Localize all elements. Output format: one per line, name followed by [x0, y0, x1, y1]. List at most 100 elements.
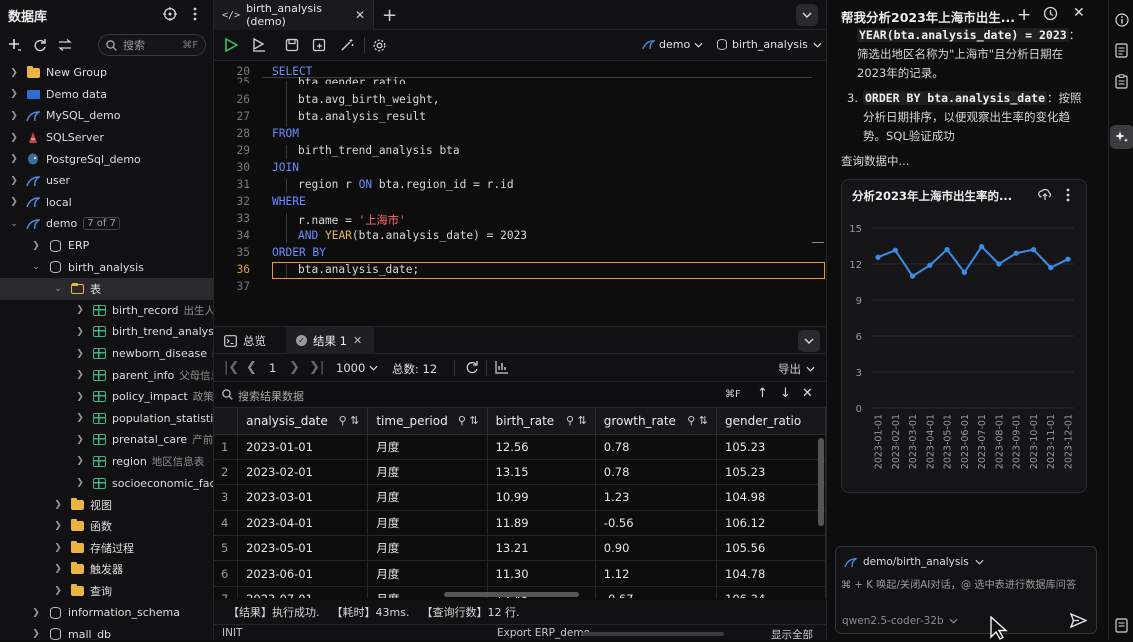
sidebar-search-input[interactable]: 搜索 ⌘F	[98, 34, 206, 56]
page-number[interactable]: 1	[269, 361, 276, 375]
tree-item-procedures[interactable]: ❯ 存储过程	[0, 537, 213, 559]
close-icon[interactable]: ✕	[802, 386, 813, 401]
tree-item-demo-data[interactable]: ❯ Demo data	[0, 84, 213, 106]
table-row[interactable]: 6 2023-06-01 月度 11.30 1.12 104.78	[214, 560, 826, 587]
schema-select[interactable]: birth_analysis	[717, 38, 822, 51]
horizontal-scrollbar[interactable]	[444, 592, 579, 597]
more-vertical-icon[interactable]	[186, 5, 204, 23]
result-collapse-button[interactable]	[798, 330, 820, 352]
swap-icon[interactable]	[56, 36, 74, 54]
last-page-icon[interactable]: ❯|	[309, 360, 324, 375]
settings-gear-icon[interactable]	[372, 38, 387, 53]
save-as-icon[interactable]	[312, 38, 326, 52]
tree-item-table[interactable]: ❯ parent_info 父母信息	[0, 364, 213, 386]
export-button[interactable]: 导出	[778, 361, 815, 377]
table-cell[interactable]: 11.89	[487, 510, 596, 537]
save-icon[interactable]	[285, 38, 299, 52]
run-icon[interactable]	[224, 38, 238, 52]
table-row[interactable]: 4 2023-04-01 月度 11.89 -0.56 106.12	[214, 510, 826, 537]
table-cell[interactable]: 0.78	[595, 434, 718, 460]
tree-item-views[interactable]: ❯ 视图	[0, 494, 213, 516]
notes-icon[interactable]	[1115, 618, 1128, 633]
arrow-up-icon[interactable]: ↑	[757, 386, 768, 401]
close-icon[interactable]: ✕	[353, 334, 362, 347]
table-cell[interactable]: 2023-03-01	[237, 484, 369, 511]
vertical-scrollbar[interactable]	[818, 438, 824, 526]
model-select[interactable]: qwen2.5-coder-32b	[842, 615, 958, 627]
table-cell[interactable]: 2023-06-01	[237, 560, 369, 587]
table-cell[interactable]: -0.56	[595, 510, 718, 537]
tree-item-birth-analysis[interactable]: ⌄ birth_analysis	[0, 256, 213, 278]
tree-item-local[interactable]: ❯ local	[0, 192, 213, 214]
table-cell[interactable]: 106.12	[716, 510, 826, 537]
tree-item-mall-db[interactable]: ❯ mall_db	[0, 623, 213, 640]
tab-overview[interactable]: 总览	[224, 333, 266, 349]
chat-input-box[interactable]: demo/birth_analysis ⌘ + K 唤起/关闭AI对话，@ 选中…	[835, 546, 1097, 634]
document-icon[interactable]	[1115, 43, 1128, 58]
table-cell[interactable]: 2023-07-01	[237, 586, 369, 598]
next-page-icon[interactable]: ❯	[289, 360, 300, 375]
column-header[interactable]: birth_rate ⚲ ⇅	[487, 408, 596, 435]
tree-item-new-group[interactable]: ❯ New Group	[0, 62, 213, 84]
result-search-input[interactable]: 搜索结果数据	[238, 388, 304, 404]
tabs-dropdown-button[interactable]	[796, 4, 818, 26]
filter-sort-icon[interactable]: ⚲ ⇅	[687, 414, 708, 427]
format-magic-icon[interactable]	[340, 38, 354, 52]
tree-item-queries[interactable]: ❯ 查询	[0, 580, 213, 602]
table-cell[interactable]: 月度	[367, 434, 488, 460]
table-row[interactable]: 2 2023-02-01 月度 13.15 0.78 105.23	[214, 459, 826, 486]
table-cell[interactable]: 13.15	[487, 459, 596, 486]
chart-view-icon[interactable]	[495, 360, 509, 374]
table-cell[interactable]: -0.67	[595, 586, 718, 598]
new-chat-button[interactable]: +	[1017, 5, 1031, 25]
editor-tab[interactable]: </> birth_analysis (demo) ✕	[214, 0, 374, 30]
arrow-down-icon[interactable]: ↓	[780, 386, 791, 401]
table-cell[interactable]: 106.34	[716, 586, 826, 598]
run-selected-icon[interactable]	[252, 38, 266, 52]
close-icon[interactable]: ✕	[1073, 5, 1085, 21]
column-header[interactable]: gender_ratio	[716, 408, 826, 435]
table-cell[interactable]: 104.78	[716, 560, 826, 587]
tree-item-postgresql-demo[interactable]: ❯ PostgreSql_demo	[0, 148, 213, 170]
table-cell[interactable]: 104.98	[716, 484, 826, 511]
page-size-select[interactable]: 1000	[336, 361, 378, 375]
table-row[interactable]: 3 2023-03-01 月度 10.99 1.23 104.98	[214, 484, 826, 511]
filter-sort-icon[interactable]: ⚲ ⇅	[458, 414, 479, 427]
new-tab-button[interactable]: +	[382, 5, 397, 26]
chat-input[interactable]: ⌘ + K 唤起/关闭AI对话，@ 选中表进行数据库问答	[841, 576, 1093, 591]
table-cell[interactable]: 2023-01-01	[237, 434, 369, 460]
filter-sort-icon[interactable]: ⚲ ⇅	[566, 414, 587, 427]
clipboard-icon[interactable]	[1115, 74, 1128, 89]
table-cell[interactable]: 105.23	[716, 459, 826, 486]
table-cell[interactable]: 105.56	[716, 535, 826, 562]
column-header[interactable]: time_period ⚲ ⇅	[367, 408, 488, 435]
table-cell[interactable]: 0.90	[595, 535, 718, 562]
table-cell[interactable]: 月度	[367, 459, 488, 486]
tree-item-table[interactable]: ❯ birth_trend_analysis	[0, 321, 213, 343]
history-icon[interactable]	[1043, 6, 1058, 21]
column-header[interactable]: analysis_date ⚲ ⇅	[237, 408, 369, 435]
tree-item-table[interactable]: ❯ prenatal_care 产前检	[0, 429, 213, 451]
tree-item-table[interactable]: ❯ socioeconomic_facto	[0, 472, 213, 494]
add-connection-icon[interactable]	[6, 36, 24, 54]
send-icon[interactable]	[1070, 613, 1087, 628]
tree-item-erp[interactable]: ❯ ERP	[0, 235, 213, 257]
table-cell[interactable]: 月度	[367, 535, 488, 562]
save-cloud-icon[interactable]	[1038, 187, 1052, 201]
tree-item-table[interactable]: ❯ policy_impact 政策影	[0, 386, 213, 408]
more-vertical-icon[interactable]	[1066, 188, 1070, 202]
tab-result-1[interactable]: ✓ 结果 1 ✕	[286, 327, 374, 354]
table-cell[interactable]: 1.12	[595, 560, 718, 587]
table-cell[interactable]: 月度	[367, 560, 488, 587]
table-cell[interactable]: 11.30	[487, 560, 596, 587]
tree-item-user[interactable]: ❯ user	[0, 170, 213, 192]
table-cell[interactable]: 月度	[367, 484, 488, 511]
database-select[interactable]: demo	[642, 38, 703, 51]
table-cell[interactable]: 2023-04-01	[237, 510, 369, 537]
tree-item-sqlserver[interactable]: ❯ SQLServer	[0, 127, 213, 149]
context-select[interactable]: demo/birth_analysis	[844, 556, 984, 568]
table-cell[interactable]: 2023-05-01	[237, 535, 369, 562]
table-cell[interactable]: 0.78	[595, 459, 718, 486]
tree-item-mysql-demo[interactable]: ❯ MySQL_demo	[0, 105, 213, 127]
tree-item-demo[interactable]: ⌄ demo 7 of 7	[0, 213, 213, 235]
